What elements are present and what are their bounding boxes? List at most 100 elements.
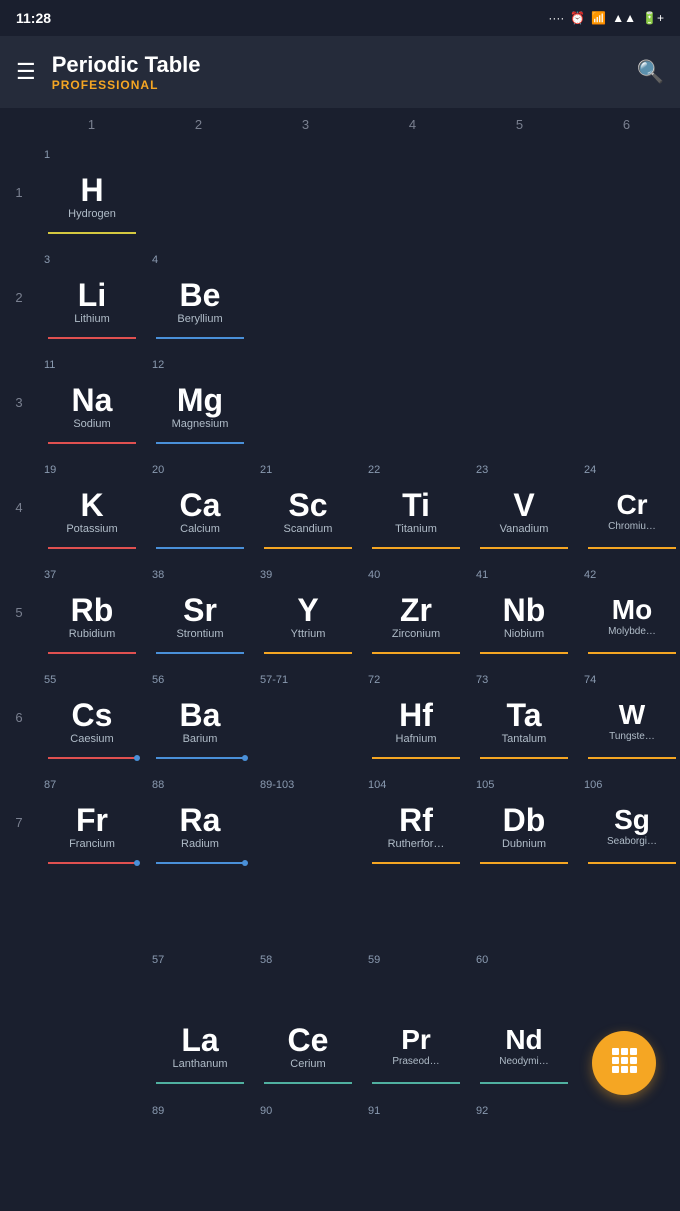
element-number-Mo: 42 — [584, 569, 596, 581]
element-Sg[interactable]: 106 Sg Seaborgi… — [578, 775, 680, 870]
status-bar: 11:28 ···· ⏰ 📶 ▲▲ 🔋+ — [0, 0, 680, 36]
range-label-6: 57-71 — [260, 674, 288, 686]
period-row-5: 5 37 Rb Rubidium 38 Sr Strontium 39 Y Yt… — [0, 560, 680, 665]
element-Y[interactable]: 39 Y Yttrium — [254, 565, 362, 660]
element-name-Rf: Rutherfor… — [388, 838, 445, 850]
fab-button[interactable] — [592, 1031, 656, 1095]
element-Na[interactable]: 11 Na Sodium — [38, 355, 146, 450]
element-underline-V — [480, 547, 568, 549]
element-Mg[interactable]: 12 Mg Magnesium — [146, 355, 254, 450]
element-underline-Mg — [156, 442, 244, 444]
element-symbol-Li: Li — [78, 279, 106, 311]
element-underline-La — [156, 1082, 244, 1084]
element-La[interactable]: La Lanthanum — [146, 995, 254, 1090]
element-number-W: 74 — [584, 674, 596, 686]
lan-num-59: 59 — [362, 950, 470, 966]
element-symbol-Rb: Rb — [71, 594, 114, 626]
element-Db[interactable]: 105 Db Dubnium — [470, 775, 578, 870]
element-Ca[interactable]: 20 Ca Calcium — [146, 460, 254, 555]
element-Rf[interactable]: 104 Rf Rutherfor… — [362, 775, 470, 870]
act-num-90: 90 — [254, 1105, 362, 1117]
element-Zr[interactable]: 40 Zr Zirconium — [362, 565, 470, 660]
col-header-4: 4 — [359, 117, 466, 132]
element-name-V: Vanadium — [500, 523, 549, 535]
element-underline-Zr — [372, 652, 460, 654]
element-name-Pr: Praseod… — [392, 1056, 439, 1067]
element-symbol-Rf: Rf — [399, 804, 433, 836]
element-Be[interactable]: 4 Be Beryllium — [146, 250, 254, 345]
element-Rb[interactable]: 37 Rb Rubidium — [38, 565, 146, 660]
act-num-92: 92 — [470, 1105, 578, 1117]
element-symbol-Ba: Ba — [180, 699, 221, 731]
element-underline-Ca — [156, 547, 244, 549]
battery-icon: 🔋+ — [642, 11, 664, 25]
element-Mo[interactable]: 42 Mo Molybde… — [578, 565, 680, 660]
element-name-Zr: Zirconium — [392, 628, 440, 640]
status-time: 11:28 — [16, 10, 51, 26]
element-K[interactable]: 19 K Potassium — [38, 460, 146, 555]
element-Ra[interactable]: 88 Ra Radium — [146, 775, 254, 870]
period-row-7: 7 87 Fr Francium 88 Ra Radium 89-103 104… — [0, 770, 680, 875]
element-name-Ra: Radium — [181, 838, 219, 850]
element-Fr[interactable]: 87 Fr Francium — [38, 775, 146, 870]
element-W[interactable]: 74 W Tungste… — [578, 670, 680, 765]
app-title: Periodic Table — [52, 52, 621, 78]
element-Ba[interactable]: 56 Ba Barium — [146, 670, 254, 765]
period-label-5: 5 — [0, 605, 38, 620]
element-number-Fr: 87 — [44, 779, 56, 791]
element-Pr[interactable]: Pr Praseod… — [362, 995, 470, 1090]
element-Nb[interactable]: 41 Nb Niobium — [470, 565, 578, 660]
element-name-K: Potassium — [66, 523, 117, 535]
period-row-6: 6 55 Cs Caesium 56 Ba Barium 57-71 72 Hf… — [0, 665, 680, 770]
period-label-1: 1 — [0, 185, 38, 200]
lanthanide-elements-row: La Lanthanum Ce Cerium Pr Praseod… Nd Ne… — [38, 990, 680, 1095]
element-symbol-Zr: Zr — [400, 594, 432, 626]
element-Nd[interactable]: Nd Neodymi… — [470, 995, 578, 1090]
element-range-7: 89-103 — [254, 775, 362, 870]
element-number-Li: 3 — [44, 254, 50, 266]
element-Ta[interactable]: 73 Ta Tantalum — [470, 670, 578, 765]
element-V[interactable]: 23 V Vanadium — [470, 460, 578, 555]
element-underline-Be — [156, 337, 244, 339]
fab-icon — [610, 1046, 638, 1081]
element-underline-Ce — [264, 1082, 352, 1084]
search-icon[interactable]: 🔍 — [637, 59, 664, 85]
element-H[interactable]: 1 H Hydrogen — [38, 145, 146, 240]
col-header-3: 3 — [252, 117, 359, 132]
element-underline-Rb — [48, 652, 136, 654]
element-Ti[interactable]: 22 Ti Titanium — [362, 460, 470, 555]
element-Li[interactable]: 3 Li Lithium — [38, 250, 146, 345]
element-name-Hf: Hafnium — [396, 733, 437, 745]
element-underline-Sc — [264, 547, 352, 549]
element-name-Nb: Niobium — [504, 628, 544, 640]
element-underline-Pr — [372, 1082, 460, 1084]
element-number-Ra: 88 — [152, 779, 164, 791]
element-symbol-La: La — [181, 1024, 218, 1056]
col-header-2: 2 — [145, 117, 252, 132]
element-name-Db: Dubnium — [502, 838, 546, 850]
element-underline-Y — [264, 652, 352, 654]
element-underline-Db — [480, 862, 568, 864]
col-header-1: 1 — [38, 117, 145, 132]
element-underline-Mo — [588, 652, 676, 654]
act-num-91: 91 — [362, 1105, 470, 1117]
element-symbol-Pr: Pr — [401, 1026, 431, 1054]
element-underline-H — [48, 232, 136, 234]
element-name-Mo: Molybde… — [608, 626, 656, 637]
element-name-Mg: Magnesium — [172, 418, 229, 430]
element-dot-Ba — [242, 755, 248, 761]
element-underline-Sg — [588, 862, 676, 864]
element-Ce[interactable]: Ce Cerium — [254, 995, 362, 1090]
element-Cs[interactable]: 55 Cs Caesium — [38, 670, 146, 765]
element-number-Sc: 21 — [260, 464, 272, 476]
app-subtitle: PROFESSIONAL — [52, 78, 621, 92]
element-name-Sg: Seaborgi… — [607, 836, 657, 847]
element-Sr[interactable]: 38 Sr Strontium — [146, 565, 254, 660]
element-dot-Fr — [134, 860, 140, 866]
hamburger-icon[interactable]: ☰ — [16, 59, 36, 85]
element-Sc[interactable]: 21 Sc Scandium — [254, 460, 362, 555]
wifi-icon: 📶 — [591, 11, 606, 25]
element-Cr[interactable]: 24 Cr Chromiu… — [578, 460, 680, 555]
element-number-V: 23 — [476, 464, 488, 476]
element-Hf[interactable]: 72 Hf Hafnium — [362, 670, 470, 765]
